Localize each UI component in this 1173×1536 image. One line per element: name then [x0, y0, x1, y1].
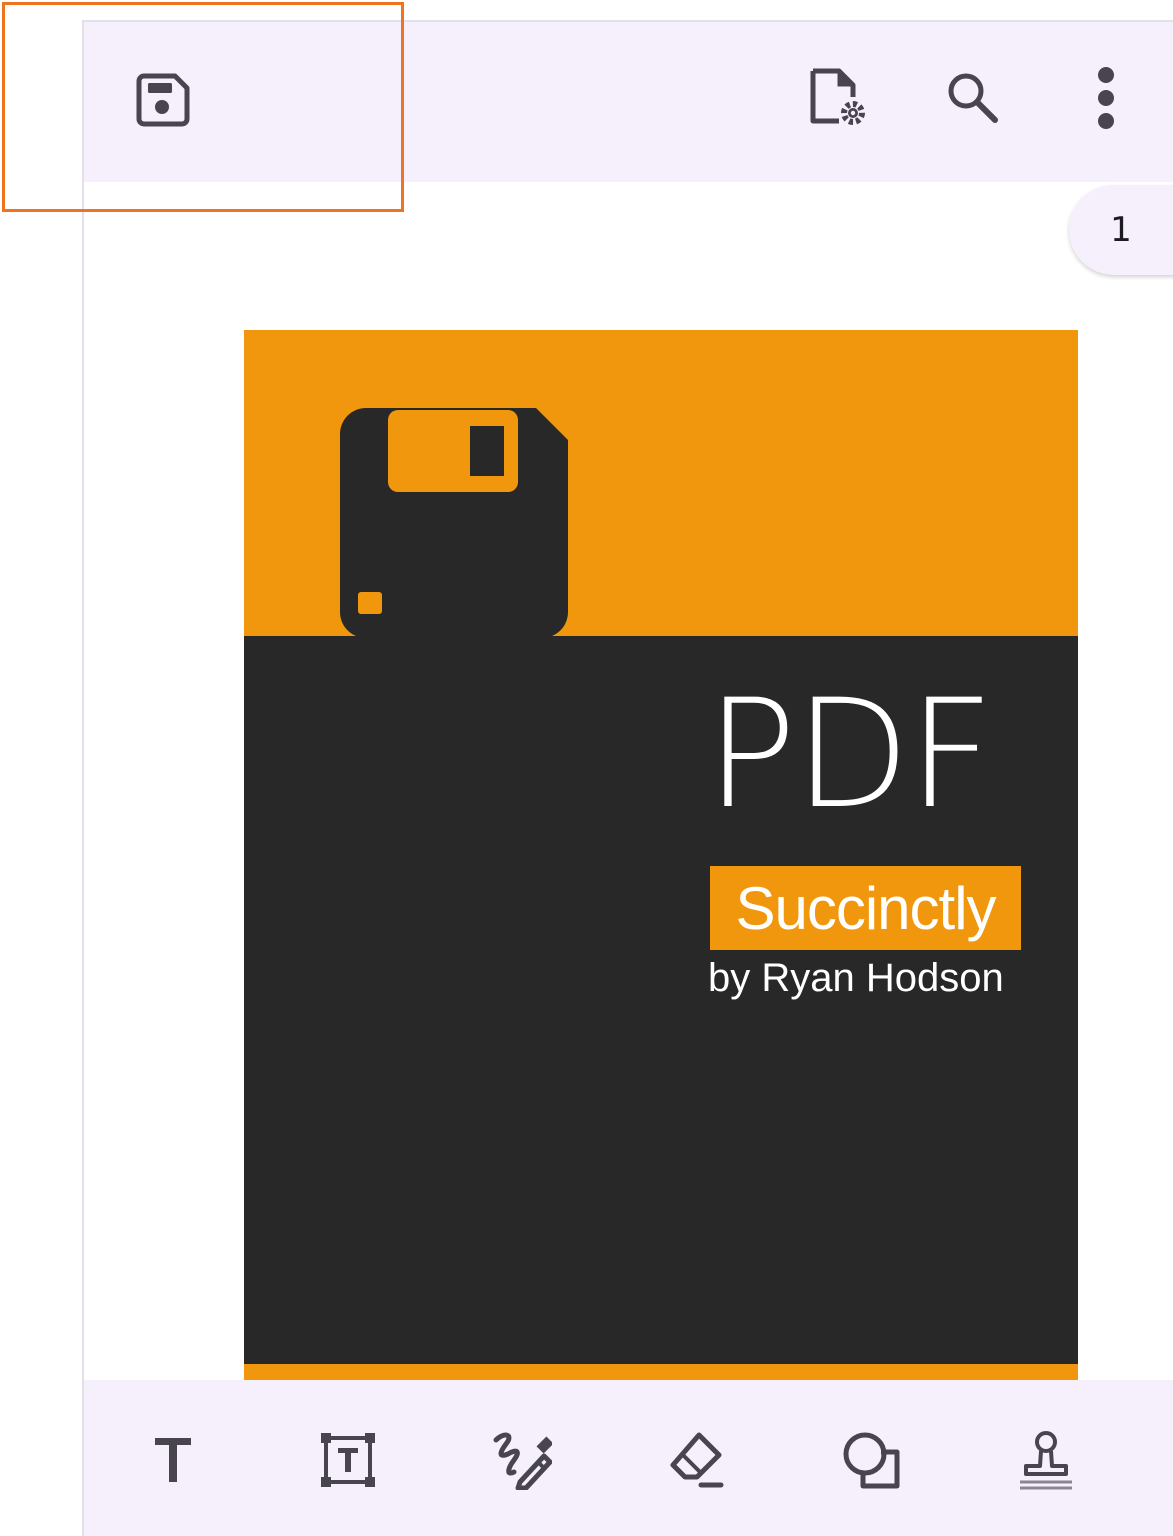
more-vert-icon: [1098, 67, 1114, 129]
shapes-icon: [843, 1432, 900, 1489]
stamp-icon: [1020, 1431, 1072, 1490]
cover-title: PDF: [706, 668, 994, 842]
pdf-viewer: 1 PDF Succinctly by Ryan Hodson: [82, 20, 1173, 1536]
floppy-disk-illustration: [340, 408, 568, 638]
cover-author: by Ryan Hodson: [708, 956, 1004, 1000]
search-button[interactable]: [923, 48, 1023, 148]
text-icon: [155, 1438, 191, 1482]
page-number: 1: [1110, 210, 1132, 250]
text-box-icon: [321, 1433, 375, 1487]
pdf-page-cover[interactable]: PDF Succinctly by Ryan Hodson: [244, 330, 1078, 1390]
top-app-bar: [84, 22, 1173, 182]
search-icon: [948, 73, 998, 123]
document-settings-icon: [810, 68, 865, 125]
more-options-button[interactable]: [1056, 48, 1156, 148]
ink-tool-button[interactable]: [472, 1410, 572, 1510]
save-button[interactable]: [113, 50, 213, 150]
cover-subtitle-box: Succinctly: [710, 866, 1021, 950]
shapes-tool-button[interactable]: [821, 1410, 921, 1510]
text-box-tool-button[interactable]: [298, 1410, 398, 1510]
cover-subtitle: Succinctly: [735, 874, 996, 942]
screen: 1 PDF Succinctly by Ryan Hodson: [0, 0, 1173, 1536]
annotation-toolbar: [84, 1380, 1173, 1536]
ink-icon: [493, 1432, 552, 1490]
save-icon: [136, 73, 190, 127]
eraser-icon: [670, 1432, 724, 1488]
eraser-tool-button[interactable]: [646, 1410, 746, 1510]
page-number-indicator[interactable]: 1: [1069, 185, 1173, 275]
document-settings-button[interactable]: [788, 48, 888, 148]
text-tool-button[interactable]: [123, 1410, 223, 1510]
stamp-tool-button[interactable]: [996, 1410, 1096, 1510]
